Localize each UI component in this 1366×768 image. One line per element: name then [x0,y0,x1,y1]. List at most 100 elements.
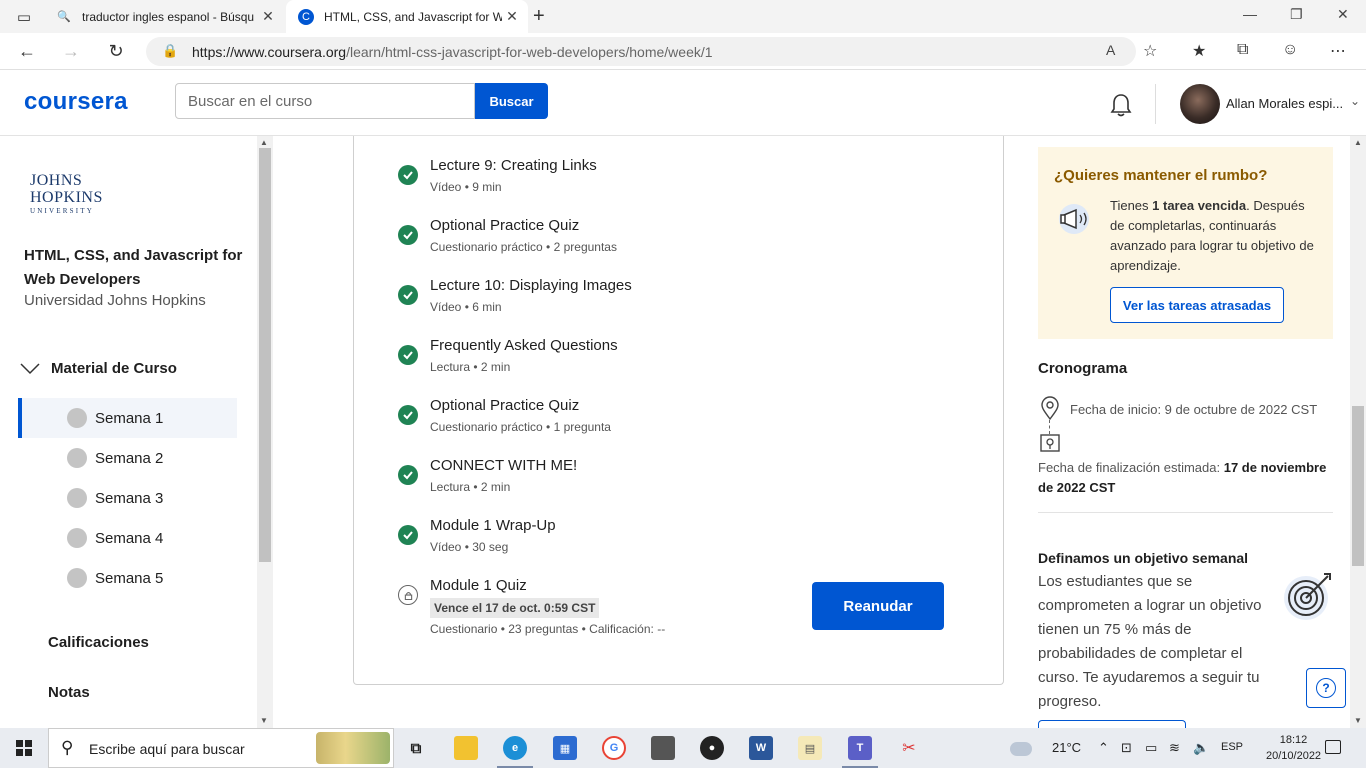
weekly-goal-title: Definamos un objetivo semanal [1038,550,1249,566]
tab-title: HTML, CSS, and Javascript for We [324,9,502,24]
teams-icon[interactable]: T [848,736,872,760]
site-header: coursera Buscar Allan Morales espi... ⌄ [0,70,1366,136]
url-field[interactable]: 🔒 https://www.coursera.org/learn/html-cs… [146,37,1136,66]
url-text: https://www.coursera.org/learn/html-css-… [192,44,713,60]
university-logo[interactable]: JOHNS HOPKINS UNIVERSITY [30,172,120,215]
edge-browser-icon[interactable]: e [503,736,527,760]
scroll-down-icon[interactable]: ▼ [1354,716,1362,725]
completed-check-icon [398,525,418,545]
sidebar-item-notes[interactable]: Notas [48,684,90,701]
sidebar-scrollbar[interactable]: ▲ ▼ [257,136,273,728]
help-icon: ? [1316,678,1336,698]
completed-check-icon [398,225,418,245]
weather-widget[interactable]: 21°C [1010,735,1081,756]
chrome-icon[interactable]: G [602,736,626,760]
list-item[interactable]: Lecture 10: Displaying Images Vídeo • 6 … [430,277,632,314]
store-icon[interactable]: ▦ [553,736,577,760]
list-item[interactable]: Optional Practice Quiz Cuestionario prác… [430,397,611,434]
week-content-card: Lecture 9: Creating Links Vídeo • 9 min … [353,136,1004,685]
coursera-logo[interactable]: coursera [24,88,128,116]
course-sidebar: JOHNS HOPKINS UNIVERSITY HTML, CSS, and … [0,136,257,728]
github-icon[interactable]: ● [700,736,724,760]
course-material-toggle[interactable]: Material de Curso [20,360,177,377]
close-tab-icon[interactable]: ✕ [258,8,278,25]
progress-circle-icon [67,408,87,428]
scrollbar-thumb[interactable] [259,148,271,562]
chevron-up-icon[interactable]: ⌃ [1098,740,1109,756]
quiz-item[interactable]: Module 1 Quiz Vence el 17 de oct. 0:59 C… [430,577,665,636]
sidebar-item-week-5[interactable]: Semana 5 [18,558,237,598]
list-item[interactable]: Module 1 Wrap-Up Vídeo • 30 seg [430,517,556,554]
sidebar-item-week-1[interactable]: Semana 1 [18,398,237,438]
wifi-icon[interactable]: ≋ [1169,740,1180,756]
windows-taskbar: ⚲ Escribe aquí para buscar ⧉ e ▦ G ● W ▤… [0,728,1366,768]
language-indicator[interactable]: ESP [1221,741,1243,753]
sidebar-item-week-4[interactable]: Semana 4 [18,518,237,558]
close-window-icon[interactable]: ✕ [1337,6,1349,23]
add-favorite-icon[interactable]: ☆ [1143,41,1157,61]
app-icon[interactable] [651,736,675,760]
course-search-input[interactable] [175,83,475,119]
search-icon: 🔍 [57,11,71,23]
chevron-down-icon[interactable]: ⌄ [1350,94,1360,108]
avatar[interactable] [1180,84,1220,124]
sidebar-item-week-3[interactable]: Semana 3 [18,478,237,518]
weekly-goal-text: Los estudiantes que se comprometen a log… [1038,573,1262,710]
notes-app-icon[interactable]: ▤ [798,736,822,760]
collections-icon[interactable]: ⧉ [1237,41,1248,59]
more-menu-icon[interactable]: ⋯ [1330,41,1346,61]
list-item[interactable]: CONNECT WITH ME! Lectura • 2 min [430,457,577,494]
search-button[interactable]: Buscar [475,83,548,119]
battery-icon[interactable]: ▭ [1145,740,1157,756]
file-explorer-icon[interactable] [454,736,478,760]
system-clock[interactable]: 18:12 20/10/2022 [1266,732,1321,764]
browser-tab-coursera[interactable]: C HTML, CSS, and Javascript for We ✕ [286,0,528,33]
chevron-down-icon [20,362,40,374]
sidebar-item-grades[interactable]: Calificaciones [48,634,149,651]
profile-icon[interactable]: ☺ [1282,41,1298,59]
progress-circle-icon [67,568,87,588]
banner-text: Tienes 1 tarea vencida. Después de compl… [1110,198,1314,273]
course-title: HTML, CSS, and Javascript for Web Develo… [24,247,243,288]
list-item[interactable]: Lecture 9: Creating Links Vídeo • 9 min [430,157,597,194]
scrollbar-thumb[interactable] [1352,406,1364,566]
user-name[interactable]: Allan Morales espi... [1226,96,1343,111]
back-arrow-icon[interactable]: ← [14,39,40,63]
notification-center-icon[interactable] [1325,740,1341,754]
search-highlight-image[interactable] [316,732,390,764]
read-aloud-icon[interactable]: A [1106,42,1115,58]
banner-title: ¿Quieres mantener el rumbo? [1054,167,1268,184]
refresh-icon[interactable]: ↻ [103,39,129,63]
completed-check-icon [398,465,418,485]
device-icon[interactable]: ⊡ [1121,740,1132,756]
notifications-bell-icon[interactable] [1108,92,1134,118]
browser-tab-search[interactable]: 🔍 traductor ingles espanol - Búsqu ✕ [44,0,284,33]
end-date: Fecha de finalización estimada: 17 de no… [1038,460,1327,495]
due-date-badge: Vence el 17 de oct. 0:59 CST [430,598,600,618]
stay-on-track-banner: ¿Quieres mantener el rumbo? Tienes 1 tar… [1038,147,1333,339]
view-overdue-button[interactable]: Ver las tareas atrasadas [1110,287,1284,323]
task-view-icon[interactable]: ⧉ [404,736,428,760]
scroll-down-icon[interactable]: ▼ [260,716,268,725]
scroll-up-icon[interactable]: ▲ [1354,138,1362,147]
list-item[interactable]: Optional Practice Quiz Cuestionario prác… [430,217,617,254]
close-tab-icon[interactable]: ✕ [502,8,522,25]
snipping-tool-icon[interactable]: ✂ [897,736,921,760]
resume-button[interactable]: Reanudar [812,582,944,630]
progress-circle-icon [67,488,87,508]
tab-actions-icon[interactable]: ▭ [10,5,38,29]
start-date: Fecha de inicio: 9 de octubre de 2022 CS… [1070,402,1318,417]
volume-icon[interactable]: 🔈 [1193,740,1209,756]
favorites-icon[interactable]: ★ [1192,41,1206,61]
help-button[interactable]: ? [1306,668,1346,708]
forward-arrow-icon[interactable]: → [58,39,84,63]
sidebar-item-week-2[interactable]: Semana 2 [18,438,237,478]
word-icon[interactable]: W [749,736,773,760]
windows-start-icon[interactable] [16,740,32,756]
scroll-up-icon[interactable]: ▲ [260,138,268,147]
page-scrollbar[interactable]: ▲ ▼ [1350,136,1366,728]
minimize-icon[interactable]: — [1243,6,1257,22]
list-item[interactable]: Frequently Asked Questions Lectura • 2 m… [430,337,618,374]
restore-icon[interactable]: ❐ [1290,6,1303,23]
new-tab-button[interactable]: + [533,5,545,28]
